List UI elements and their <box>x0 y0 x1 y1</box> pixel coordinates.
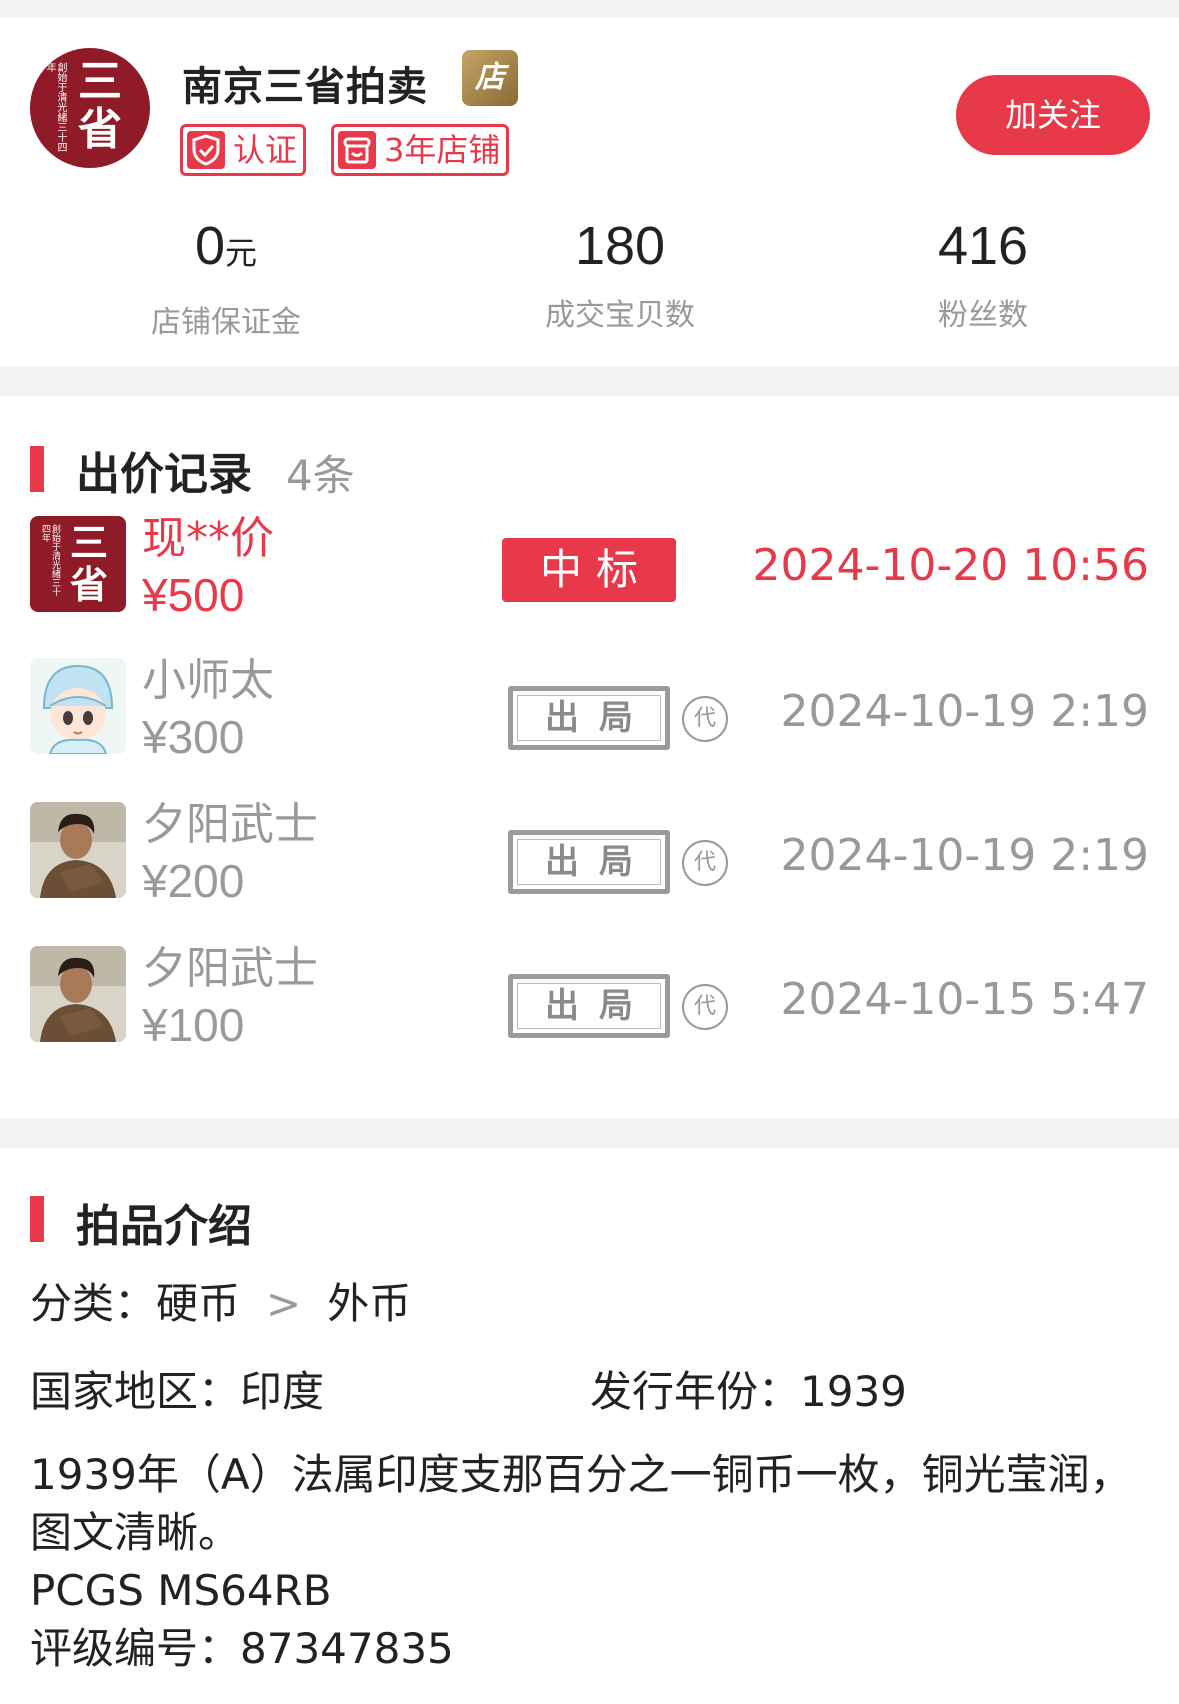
bid-price: ¥100 <box>142 999 245 1051</box>
stat-deposit: 0元 店铺保证金 <box>76 216 376 341</box>
status-won-badge: 中标 <box>502 538 676 602</box>
bidder-name: 夕阳武士 <box>142 799 318 850</box>
item-intro-card: 拍品介绍 分类：硬币 > 外币 国家地区：印度 发行年份：1939 1939年（A）… <box>0 1148 1179 1704</box>
shop-years-tag-label: 3年店铺 <box>384 131 501 169</box>
category-separator: > <box>266 1279 302 1328</box>
grading-number: 评级编号：87347835 <box>30 1624 454 1673</box>
stat-fans-label: 粉丝数 <box>938 298 1028 333</box>
warrior-photo-avatar-icon <box>30 946 126 1042</box>
stat-deposit-label: 店铺保证金 <box>151 305 301 340</box>
bid-records-count: 4条 <box>286 451 355 500</box>
year-label: 发行年份： <box>590 1367 801 1416</box>
bidder-avatar <box>30 658 126 754</box>
shop-card: 創始于清光緒三十四年 三省 南京三省拍卖 店 认证 3年店铺 加关注 0元 店铺… <box>0 18 1179 366</box>
bid-time: 2024-10-19 2:19 <box>780 830 1150 881</box>
avatar-logo-small-text: 創始于清光緒三十四年 <box>40 524 60 596</box>
shop-years-tag: 3年店铺 <box>331 124 510 176</box>
section-accent-bar <box>30 1196 44 1242</box>
region-line: 国家地区：印度 <box>30 1358 324 1419</box>
stat-deals-value: 180 <box>574 216 666 276</box>
warrior-photo-avatar-icon <box>30 802 126 898</box>
section-accent-bar <box>30 446 44 492</box>
category-sub[interactable]: 外币 <box>327 1279 411 1328</box>
bid-time: 2024-10-15 5:47 <box>780 974 1150 1025</box>
stat-deposit-value: 0元 <box>76 216 376 283</box>
category-label: 分类： <box>30 1279 157 1328</box>
bidder-name: 小师太 <box>142 655 274 706</box>
bid-price: ¥500 <box>142 569 245 621</box>
proxy-bid-icon: 代 <box>682 696 728 742</box>
description-text: 1939年（A）法属印度支那百分之一铜币一枚，铜光莹润，图文清晰。 <box>30 1450 1132 1557</box>
bidder-name: 夕阳武士 <box>142 943 318 994</box>
bid-price: ¥300 <box>142 711 245 763</box>
bidder-name: 现**价 <box>142 513 274 564</box>
stat-deposit-unit: 元 <box>225 235 258 271</box>
bid-time: 2024-10-19 2:19 <box>780 686 1150 737</box>
status-out-stamp: 出局 <box>508 686 670 750</box>
stat-deposit-number: 0 <box>194 216 226 276</box>
bid-price: ¥200 <box>142 855 245 907</box>
year-value: 1939 <box>800 1367 907 1416</box>
shield-icon <box>187 131 225 169</box>
region-value: 印度 <box>240 1367 325 1416</box>
shop-name[interactable]: 南京三省拍卖 <box>182 54 428 112</box>
proxy-bid-icon: 代 <box>682 840 728 886</box>
item-description: 1939年（A）法属印度支那百分之一铜币一枚，铜光莹润，图文清晰。 PCGS M… <box>30 1446 1150 1678</box>
grading-text: PCGS MS64RB <box>30 1566 332 1615</box>
cartoon-nun-avatar-icon <box>30 658 126 754</box>
bid-row: 小师太 ¥300 出局 代 2024-10-19 2:19 <box>0 655 1179 763</box>
stat-deals[interactable]: 180 成交宝贝数 <box>470 216 770 334</box>
avatar-logo-text: 三省 <box>70 520 109 607</box>
stat-deals-label: 成交宝贝数 <box>545 298 695 333</box>
item-intro-title: 拍品介绍 <box>76 1201 252 1252</box>
category-line: 分类：硬币 > 外币 <box>30 1270 411 1331</box>
bid-row: 夕阳武士 ¥100 出局 代 2024-10-15 5:47 <box>0 943 1179 1051</box>
verified-tag: 认证 <box>180 124 307 176</box>
bid-records-title: 出价记录 <box>76 449 252 500</box>
bidder-avatar <box>30 946 126 1042</box>
storefront-icon <box>338 131 376 169</box>
shop-logo[interactable]: 創始于清光緒三十四年 三省 <box>30 48 150 168</box>
bid-records-card: 出价记录 4条 創始于清光緒三十四年 三省 现**价 ¥500 中标 2024-… <box>0 396 1179 1118</box>
proxy-bid-icon: 代 <box>682 984 728 1030</box>
verified-tag-label: 认证 <box>233 131 298 169</box>
category-main[interactable]: 硬币 <box>156 1279 240 1328</box>
bid-row: 創始于清光緒三十四年 三省 现**价 ¥500 中标 2024-10-20 10… <box>0 513 1179 621</box>
follow-button[interactable]: 加关注 <box>956 75 1150 155</box>
year-line: 发行年份：1939 <box>590 1358 907 1419</box>
shop-badge-icon: 店 <box>462 50 518 106</box>
stat-fans[interactable]: 416 粉丝数 <box>833 216 1133 334</box>
bidder-avatar: 創始于清光緒三十四年 三省 <box>30 516 126 612</box>
bid-row: 夕阳武士 ¥200 出局 代 2024-10-19 2:19 <box>0 799 1179 907</box>
bidder-avatar <box>30 802 126 898</box>
status-out-stamp: 出局 <box>508 830 670 894</box>
bid-time: 2024-10-20 10:56 <box>752 540 1150 591</box>
shop-logo-small-text: 創始于清光緒三十四年 <box>44 62 66 152</box>
shop-logo-text: 三省 <box>78 56 122 155</box>
region-label: 国家地区： <box>30 1367 241 1416</box>
stat-fans-value: 416 <box>937 216 1029 276</box>
status-out-stamp: 出局 <box>508 974 670 1038</box>
